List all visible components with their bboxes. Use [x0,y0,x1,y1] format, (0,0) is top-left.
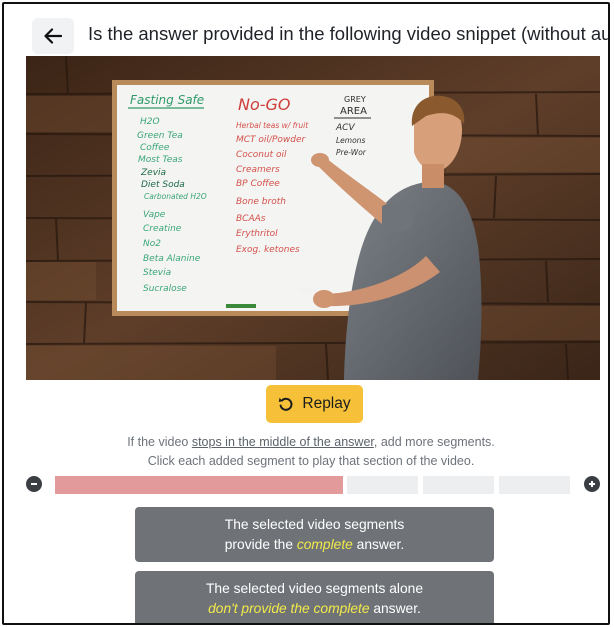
board-col2-item: MCT oil/Powder [236,135,306,145]
segment-selected[interactable] [55,476,343,494]
choice-text: answer. [352,537,405,552]
board-col2-item: BCAAs [236,214,266,224]
instructions-text: If the video [127,435,192,449]
add-segment-button[interactable] [584,476,600,492]
choice-text: provide the [224,537,297,552]
board-col1-item: Vape [143,210,166,220]
board-col2-item: Exog. ketones [236,245,300,255]
board-col1-item: Most Teas [138,155,183,165]
instructions-text: , add more segments. [373,435,495,449]
board-col1-item: Carbonated H2O [144,192,207,201]
board-col2-item: Herbal teas w/ fruit [236,121,309,130]
instructions-line2: Click each added segment to play that se… [147,454,475,468]
choice-text: answer. [369,601,421,616]
board-col3-item: ACV [335,123,355,133]
question-text: Is the answer provided in the following … [88,23,610,44]
header: Is the answer provided in the following … [4,4,608,56]
replay-icon [279,397,293,411]
segment-unselected[interactable] [499,476,570,494]
board-col1-item: Diet Soda [141,180,185,190]
choice-highlight: don't provide the complete [208,601,370,616]
app-frame: Is the answer provided in the following … [2,2,610,625]
instructions-emphasis: stops in the middle of the answer [191,435,374,449]
board-col2-item: BP Coffee [236,179,280,189]
board-col2-item: Coconut oil [236,150,287,160]
board-col1-item: Creatine [143,224,182,234]
board-col1-item: H2O [140,117,160,127]
board-col1-item: Zevia [140,168,166,178]
replay-button[interactable]: Replay [266,385,363,423]
board-col3-item: Lemons [336,136,365,145]
board-col1-title: Fasting Safe [130,93,204,107]
board-col2-item: Erythritol [236,229,278,239]
answer-incomplete-button[interactable]: The selected video segments alone don't … [135,571,494,623]
board-col1-item: Stevia [143,268,171,278]
choice-text-line2: provide the complete answer. [135,535,494,555]
board-col1-item: Beta Alanine [143,254,201,264]
board-col1-item: Green Tea [137,131,183,141]
choice-text: The selected video segments [224,517,405,532]
board-col2-title: No-GO [238,95,291,114]
segment-timeline [4,474,608,496]
board-col2-item: Bone broth [236,197,286,207]
remove-segment-button[interactable] [26,476,42,492]
video-frame: Fasting Safe H2O Green Tea Coffee Most T… [26,56,600,380]
instructions-line1: If the video stops in the middle of the … [4,435,608,449]
choice-text-line2: don't provide the complete answer. [135,599,494,619]
replay-label: Replay [302,395,351,412]
choice-text: The selected video segments alone [205,581,424,596]
back-button[interactable] [32,18,74,54]
board-col1-item: Coffee [140,143,170,153]
segment-unselected[interactable] [347,476,418,494]
choice-highlight: complete [296,537,353,552]
answer-complete-button[interactable]: The selected video segments provide the … [135,507,494,562]
segment-unselected[interactable] [423,476,494,494]
minus-circle-icon [31,483,37,485]
board-col1-item: No2 [143,239,161,249]
board-col2-item: Creamers [236,165,280,175]
board-col3-title: AREA [340,106,367,117]
video-player[interactable]: Fasting Safe H2O Green Tea Coffee Most T… [26,56,600,380]
board-col1-item: Sucralose [143,284,187,294]
arrow-left-icon [44,28,62,44]
plus-circle-icon [589,481,595,487]
board-col3-title: GREY [344,95,366,104]
board-col3-item: Pre-Wor [336,148,367,157]
